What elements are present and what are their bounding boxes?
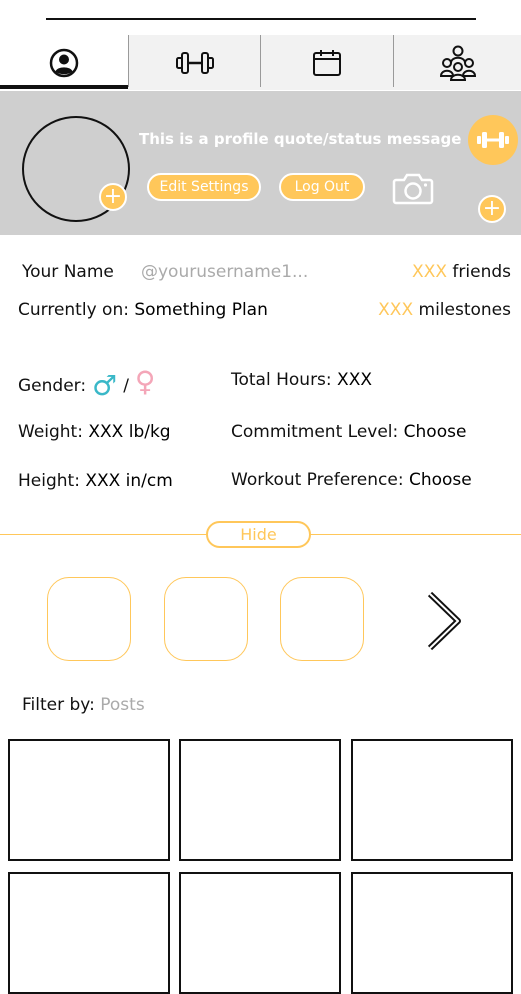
post-thumbnail[interactable] bbox=[351, 872, 513, 994]
tab-community[interactable] bbox=[394, 35, 521, 90]
filter-row: Filter by: Posts bbox=[22, 695, 145, 715]
tab-profile[interactable] bbox=[0, 35, 128, 90]
add-avatar-button[interactable]: + bbox=[99, 183, 127, 211]
male-icon[interactable]: ♂ bbox=[92, 372, 117, 400]
tab-divider bbox=[260, 35, 261, 87]
milestones-count: XXX bbox=[378, 300, 414, 320]
preference-row: Workout Preference: Choose bbox=[231, 470, 472, 490]
tab-workouts[interactable] bbox=[129, 35, 260, 90]
filter-label: Filter by: bbox=[22, 695, 95, 715]
female-icon[interactable]: ♀ bbox=[135, 368, 156, 396]
commitment-select[interactable]: Choose bbox=[404, 422, 467, 442]
post-thumbnail[interactable] bbox=[8, 739, 170, 861]
friends-count: XXX bbox=[412, 262, 447, 282]
next-button[interactable] bbox=[424, 590, 464, 656]
edit-settings-label: Edit Settings bbox=[159, 179, 249, 195]
commitment-label: Commitment Level: bbox=[231, 422, 399, 442]
plan-value[interactable]: Something Plan bbox=[134, 300, 268, 320]
calendar-icon bbox=[313, 49, 341, 76]
workout-button[interactable] bbox=[468, 115, 518, 165]
profile-icon bbox=[49, 48, 79, 77]
dumbbell-icon bbox=[175, 51, 214, 74]
highlight-slot[interactable] bbox=[47, 577, 131, 661]
plus-icon: + bbox=[482, 196, 502, 221]
friends-link[interactable]: XXX friends bbox=[412, 262, 511, 282]
camera-button[interactable] bbox=[392, 171, 434, 209]
preference-label: Workout Preference: bbox=[231, 470, 404, 490]
chevron-right-icon bbox=[427, 591, 461, 651]
active-tab-indicator bbox=[0, 85, 128, 89]
log-out-button[interactable]: Log Out bbox=[279, 173, 365, 201]
tab-divider bbox=[393, 35, 394, 87]
post-thumbnail[interactable] bbox=[179, 872, 341, 994]
hide-button[interactable]: Hide bbox=[206, 521, 311, 548]
hours-label: Total Hours: bbox=[231, 370, 332, 390]
weight-row: Weight: XXX lb/kg bbox=[18, 422, 171, 442]
add-button[interactable]: + bbox=[478, 195, 506, 223]
milestones-link[interactable]: XXX milestones bbox=[378, 300, 511, 320]
hide-label: Hide bbox=[240, 525, 277, 544]
gender-label: Gender: bbox=[18, 376, 87, 396]
gender-row: Gender: ♂ / ♀ bbox=[18, 368, 155, 400]
gender-separator: / bbox=[123, 376, 129, 396]
highlight-slot[interactable] bbox=[280, 577, 364, 661]
profile-quote[interactable]: This is a profile quote/status message bbox=[139, 130, 461, 148]
height-label: Height: bbox=[18, 471, 80, 491]
plus-icon: + bbox=[103, 184, 123, 209]
friends-label: friends bbox=[452, 262, 511, 282]
plan-label: Currently on: bbox=[18, 300, 129, 320]
height-value[interactable]: XXX in/cm bbox=[85, 471, 172, 491]
post-thumbnail[interactable] bbox=[8, 872, 170, 994]
username: @yourusername1... bbox=[141, 262, 309, 282]
tab-calendar[interactable] bbox=[261, 35, 393, 90]
dumbbell-icon bbox=[477, 132, 509, 148]
preference-select[interactable]: Choose bbox=[409, 470, 472, 490]
post-thumbnail[interactable] bbox=[351, 739, 513, 861]
post-thumbnail[interactable] bbox=[179, 739, 341, 861]
filter-select[interactable]: Posts bbox=[100, 695, 144, 715]
user-name: Your Name bbox=[22, 262, 114, 282]
hours-row: Total Hours: XXX bbox=[231, 370, 372, 390]
current-plan: Currently on: Something Plan bbox=[18, 300, 268, 320]
tab-divider bbox=[128, 35, 129, 87]
log-out-label: Log Out bbox=[294, 179, 350, 195]
hours-value: XXX bbox=[337, 370, 372, 390]
milestones-label: milestones bbox=[418, 300, 511, 320]
commitment-row: Commitment Level: Choose bbox=[231, 422, 466, 442]
weight-label: Weight: bbox=[18, 422, 83, 442]
height-row: Height: XXX in/cm bbox=[18, 471, 173, 491]
status-bar-line bbox=[46, 18, 476, 20]
edit-settings-button[interactable]: Edit Settings bbox=[147, 173, 261, 201]
highlight-slot[interactable] bbox=[164, 577, 248, 661]
camera-icon bbox=[392, 173, 434, 205]
community-icon bbox=[439, 45, 476, 81]
weight-value[interactable]: XXX lb/kg bbox=[88, 422, 170, 442]
